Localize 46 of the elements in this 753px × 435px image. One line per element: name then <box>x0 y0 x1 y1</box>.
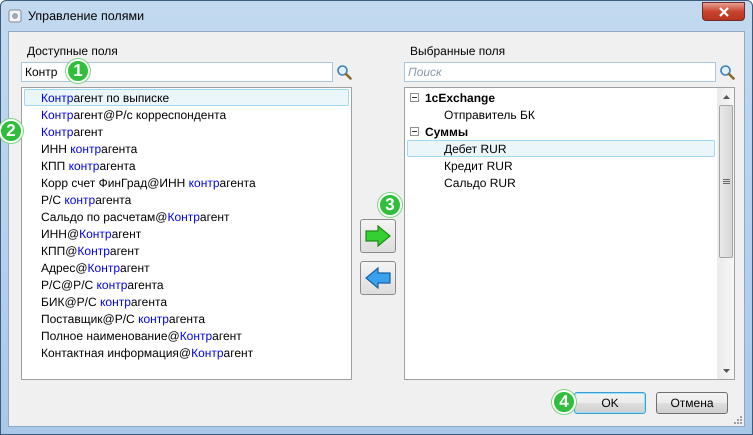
tree-group[interactable]: 1cExchange <box>425 90 496 104</box>
close-icon <box>718 6 730 16</box>
list-item[interactable]: Корр счет ФинГрад@ИНН контрагента <box>24 174 349 191</box>
step-badge: 4 <box>552 390 576 414</box>
list-item[interactable]: Полное наименование@Контрагент <box>24 327 349 344</box>
list-item[interactable]: КПП контрагента <box>24 157 349 174</box>
collapse-icon[interactable] <box>410 93 419 102</box>
search-field[interactable]: Поиск <box>404 62 716 82</box>
list-item[interactable]: ИНН@Контрагент <box>24 225 349 242</box>
list-item[interactable]: Р/С@Р/С контрагента <box>24 276 349 293</box>
list-item[interactable]: Адрес@Контрагент <box>24 259 349 276</box>
scroll-down-icon[interactable] <box>722 368 730 372</box>
list-item[interactable]: Контрагент <box>24 123 349 140</box>
dialog-button[interactable]: Отмена <box>656 392 728 414</box>
step-badge: 1 <box>66 59 90 83</box>
tree-group[interactable]: Суммы <box>425 124 468 138</box>
step-badge: 2 <box>0 119 23 143</box>
tree-item[interactable]: Кредит RUR <box>407 157 715 174</box>
panel-label: Выбранные поля <box>410 44 506 58</box>
close-button[interactable] <box>702 2 745 21</box>
list-item[interactable]: Поставщик@Р/С контрагента <box>24 310 349 327</box>
list-item[interactable]: Р/С контрагента <box>24 191 349 208</box>
dialog-button[interactable]: OK <box>574 392 646 414</box>
tree-item[interactable]: Сальдо RUR <box>407 174 715 191</box>
list-item[interactable]: Сальдо по расчетам@Контрагент <box>24 208 349 225</box>
list-item[interactable]: Контрагент по выписке <box>24 89 349 106</box>
panel-label: Доступные поля <box>27 44 119 58</box>
scroll-up-icon[interactable] <box>722 94 730 98</box>
collapse-icon[interactable] <box>410 127 419 136</box>
search-icon[interactable] <box>719 64 735 80</box>
list-item[interactable]: Контрагент@Р/с корреспондента <box>24 106 349 123</box>
step-badge: 3 <box>378 193 402 217</box>
scrollbar[interactable] <box>717 88 734 379</box>
remove-button[interactable] <box>360 261 396 295</box>
search-icon[interactable] <box>336 64 352 80</box>
tree-item[interactable]: Отправитель БК <box>407 106 715 123</box>
list-item[interactable]: ИНН контрагента <box>24 140 349 157</box>
list-item[interactable]: КПП@Контрагент <box>24 242 349 259</box>
resize-grip-icon[interactable] <box>732 414 742 424</box>
list-item[interactable]: БИК@Р/С контрагента <box>24 293 349 310</box>
window-title: Управление полями <box>28 9 146 23</box>
tree-item[interactable]: Дебет RUR <box>407 140 715 157</box>
scroll-thumb[interactable] <box>719 105 733 258</box>
list-item[interactable]: Контактная информация@Контрагент <box>24 344 349 361</box>
app-icon <box>8 9 22 23</box>
add-button[interactable] <box>360 219 396 253</box>
